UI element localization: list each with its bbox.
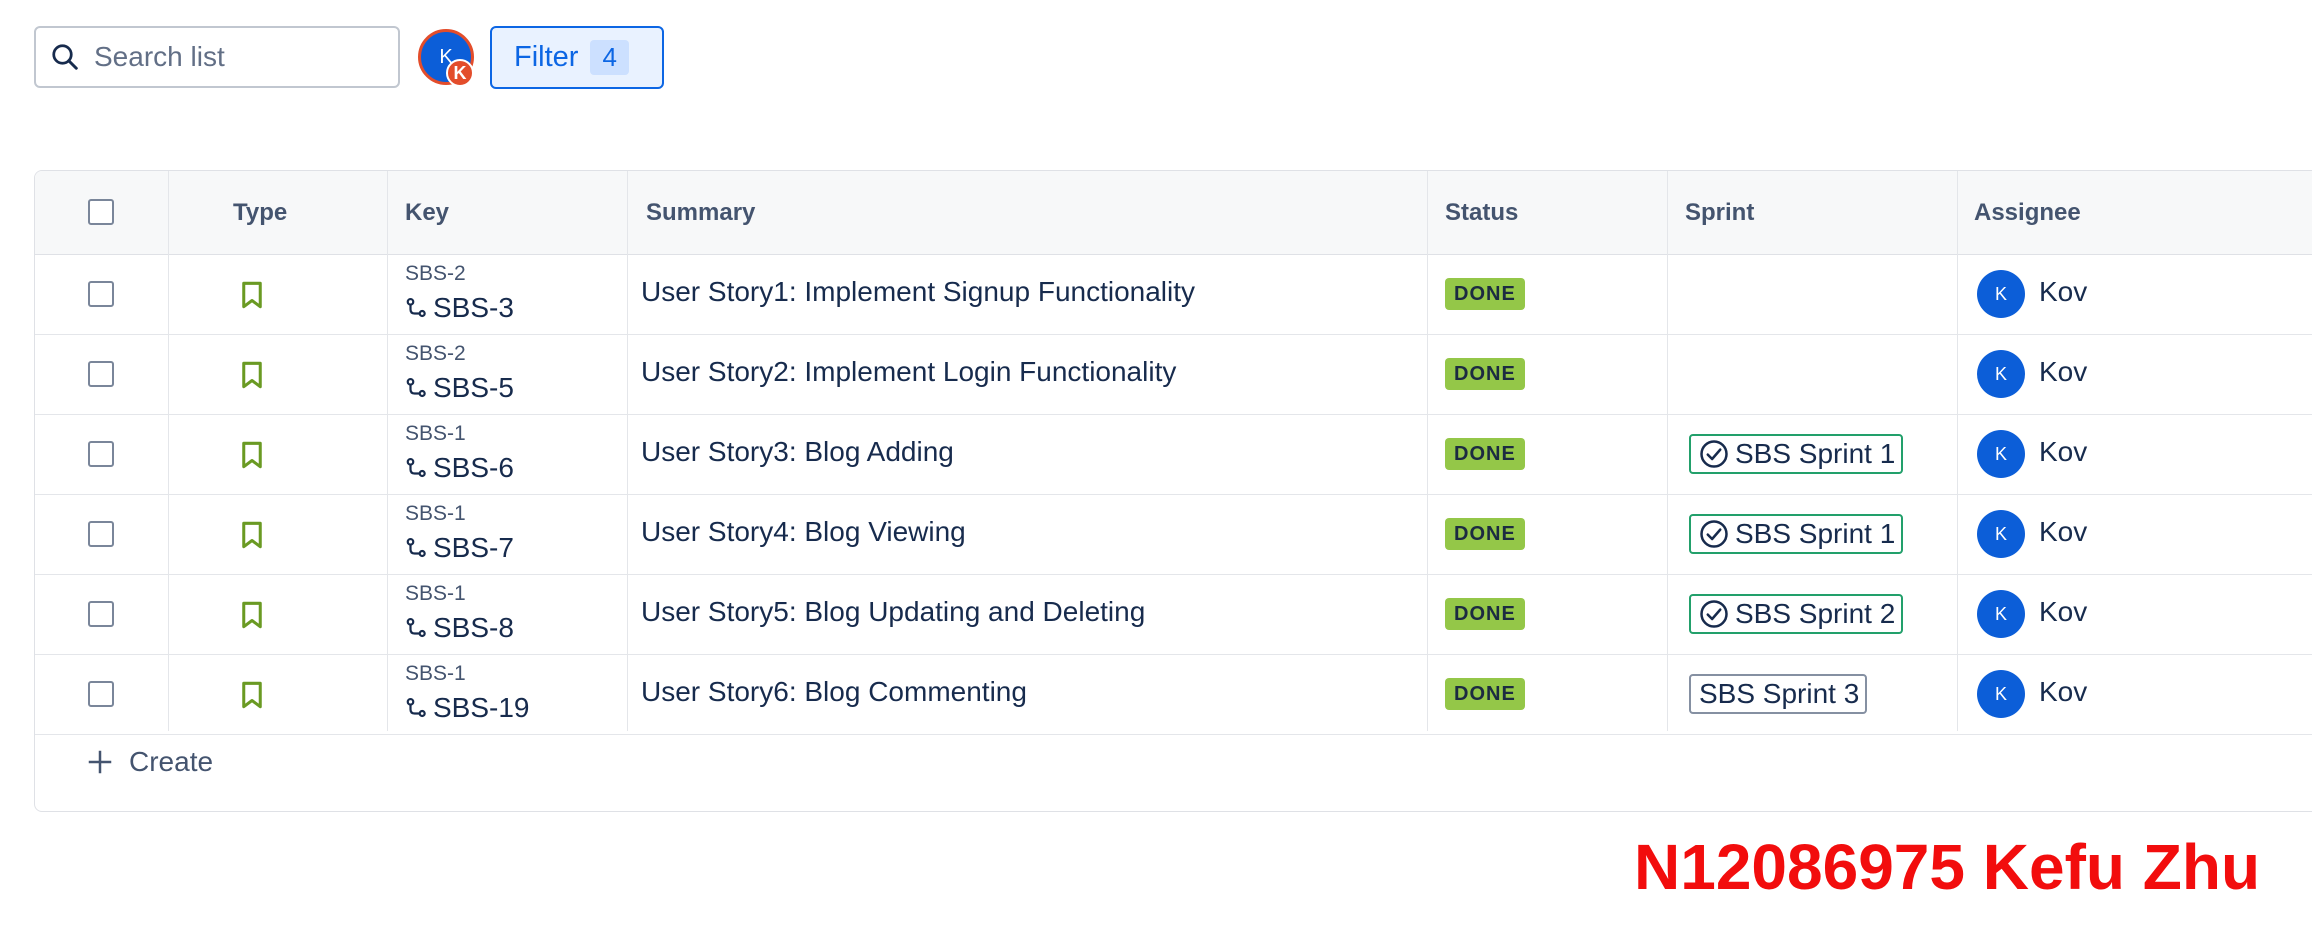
filter-count-badge: 4 bbox=[590, 40, 629, 75]
assignee-avatar[interactable]: K bbox=[1977, 270, 2025, 318]
search-icon bbox=[52, 44, 78, 70]
status-badge[interactable]: DONE bbox=[1445, 518, 1525, 550]
column-header-status[interactable]: Status bbox=[1445, 171, 1518, 254]
parent-key[interactable]: SBS-1 bbox=[405, 582, 466, 606]
issue-key[interactable]: SBS-3 bbox=[405, 292, 514, 324]
assignee-name[interactable]: Kov bbox=[2039, 676, 2087, 708]
issue-summary[interactable]: User Story2: Implement Login Functionali… bbox=[641, 356, 1176, 388]
issue-summary[interactable]: User Story6: Blog Commenting bbox=[641, 676, 1027, 708]
status-badge[interactable]: DONE bbox=[1445, 358, 1525, 390]
issue-key[interactable]: SBS-6 bbox=[405, 452, 514, 484]
parent-key[interactable]: SBS-1 bbox=[405, 662, 466, 686]
sprint-lozenge[interactable]: SBS Sprint 2 bbox=[1689, 594, 1904, 634]
child-issue-icon bbox=[406, 617, 426, 638]
sprint-label: SBS Sprint 1 bbox=[1735, 438, 1896, 469]
issue-key[interactable]: SBS-5 bbox=[405, 372, 514, 404]
filter-button[interactable]: Filter 4 bbox=[490, 26, 664, 89]
column-header-assignee[interactable]: Assignee bbox=[1974, 171, 2081, 254]
avatar-badge: K bbox=[446, 59, 474, 87]
status-badge[interactable]: DONE bbox=[1445, 678, 1525, 710]
story-icon bbox=[242, 281, 262, 309]
story-icon bbox=[242, 441, 262, 469]
story-icon bbox=[242, 521, 262, 549]
child-issue-icon bbox=[406, 457, 426, 478]
assignee-avatar[interactable]: K bbox=[1977, 430, 2025, 478]
status-badge[interactable]: DONE bbox=[1445, 278, 1525, 310]
child-issue-icon bbox=[406, 377, 426, 398]
table-row[interactable]: SBS-2 SBS-5 User Story2: Implement Login… bbox=[35, 334, 2312, 415]
create-label: Create bbox=[129, 746, 214, 777]
parent-key[interactable]: SBS-1 bbox=[405, 502, 466, 526]
story-icon bbox=[242, 361, 262, 389]
assignee-name[interactable]: Kov bbox=[2039, 596, 2087, 628]
story-icon bbox=[242, 601, 262, 629]
status-badge[interactable]: DONE bbox=[1445, 438, 1525, 470]
sprint-lozenge[interactable]: SBS Sprint 1 bbox=[1689, 434, 1904, 474]
create-button[interactable]: Create bbox=[85, 746, 213, 778]
search-box[interactable] bbox=[34, 26, 400, 88]
check-circle-icon bbox=[1700, 440, 1728, 468]
assignee-name[interactable]: Kov bbox=[2039, 436, 2087, 468]
sprint-lozenge[interactable]: SBS Sprint 1 bbox=[1689, 514, 1904, 554]
sprint-label: SBS Sprint 2 bbox=[1735, 598, 1896, 629]
filter-label: Filter bbox=[514, 41, 579, 73]
child-issue-icon bbox=[406, 537, 426, 558]
row-checkbox[interactable] bbox=[88, 601, 114, 627]
issue-key-label: SBS-6 bbox=[433, 452, 514, 483]
child-issue-icon bbox=[406, 697, 426, 718]
issue-summary[interactable]: User Story1: Implement Signup Functional… bbox=[641, 276, 1195, 308]
assignee-name[interactable]: Kov bbox=[2039, 356, 2087, 388]
assignee-name[interactable]: Kov bbox=[2039, 516, 2087, 548]
assignee-avatar[interactable]: K bbox=[1977, 350, 2025, 398]
assignee-name[interactable]: Kov bbox=[2039, 276, 2087, 308]
child-issue-icon bbox=[406, 297, 426, 318]
issue-key-label: SBS-5 bbox=[433, 372, 514, 403]
assignee-avatar[interactable]: K bbox=[1977, 510, 2025, 558]
column-header-key[interactable]: Key bbox=[405, 171, 449, 254]
issue-key-label: SBS-8 bbox=[433, 612, 514, 643]
table-row[interactable]: SBS-1 SBS-6 User Story3: Blog Adding DON… bbox=[35, 414, 2312, 495]
sprint-label: SBS Sprint 1 bbox=[1735, 518, 1896, 549]
column-header-summary[interactable]: Summary bbox=[646, 171, 755, 254]
table-row[interactable]: SBS-1 SBS-19 User Story6: Blog Commentin… bbox=[35, 654, 2312, 735]
row-checkbox[interactable] bbox=[88, 281, 114, 307]
issue-key[interactable]: SBS-7 bbox=[405, 532, 514, 564]
issue-key[interactable]: SBS-19 bbox=[405, 692, 530, 724]
watermark-text: N12086975 Kefu Zhu bbox=[1634, 831, 2261, 903]
issue-summary[interactable]: User Story5: Blog Updating and Deleting bbox=[641, 596, 1145, 628]
user-avatar-filter[interactable]: K K bbox=[418, 29, 474, 87]
column-header-sprint[interactable]: Sprint bbox=[1685, 171, 1754, 254]
parent-key[interactable]: SBS-2 bbox=[405, 342, 466, 366]
story-icon bbox=[242, 681, 262, 709]
issue-key-label: SBS-19 bbox=[433, 692, 530, 723]
parent-key[interactable]: SBS-2 bbox=[405, 262, 466, 286]
row-checkbox[interactable] bbox=[88, 681, 114, 707]
table-header: Type Key Summary Status Sprint Assignee bbox=[35, 171, 2312, 255]
plus-icon bbox=[88, 750, 112, 774]
issue-key[interactable]: SBS-8 bbox=[405, 612, 514, 644]
check-circle-icon bbox=[1700, 600, 1728, 628]
issue-key-label: SBS-3 bbox=[433, 292, 514, 323]
status-badge[interactable]: DONE bbox=[1445, 598, 1525, 630]
column-header-type[interactable]: Type bbox=[233, 171, 287, 254]
row-checkbox[interactable] bbox=[88, 441, 114, 467]
issue-key-label: SBS-7 bbox=[433, 532, 514, 563]
issue-summary[interactable]: User Story4: Blog Viewing bbox=[641, 516, 966, 548]
table-row[interactable]: SBS-1 SBS-7 User Story4: Blog Viewing DO… bbox=[35, 494, 2312, 575]
assignee-avatar[interactable]: K bbox=[1977, 670, 2025, 718]
table-row[interactable]: SBS-1 SBS-8 User Story5: Blog Updating a… bbox=[35, 574, 2312, 655]
sprint-lozenge[interactable]: SBS Sprint 3 bbox=[1689, 674, 1868, 714]
issues-table: Type Key Summary Status Sprint Assignee … bbox=[34, 170, 2312, 812]
check-circle-icon bbox=[1700, 520, 1728, 548]
sprint-label: SBS Sprint 3 bbox=[1699, 678, 1860, 709]
table-row[interactable]: SBS-2 SBS-3 User Story1: Implement Signu… bbox=[35, 254, 2312, 335]
select-all-checkbox[interactable] bbox=[88, 199, 114, 225]
issue-summary[interactable]: User Story3: Blog Adding bbox=[641, 436, 954, 468]
search-input[interactable] bbox=[92, 40, 386, 74]
row-checkbox[interactable] bbox=[88, 361, 114, 387]
parent-key[interactable]: SBS-1 bbox=[405, 422, 466, 446]
row-checkbox[interactable] bbox=[88, 521, 114, 547]
assignee-avatar[interactable]: K bbox=[1977, 590, 2025, 638]
